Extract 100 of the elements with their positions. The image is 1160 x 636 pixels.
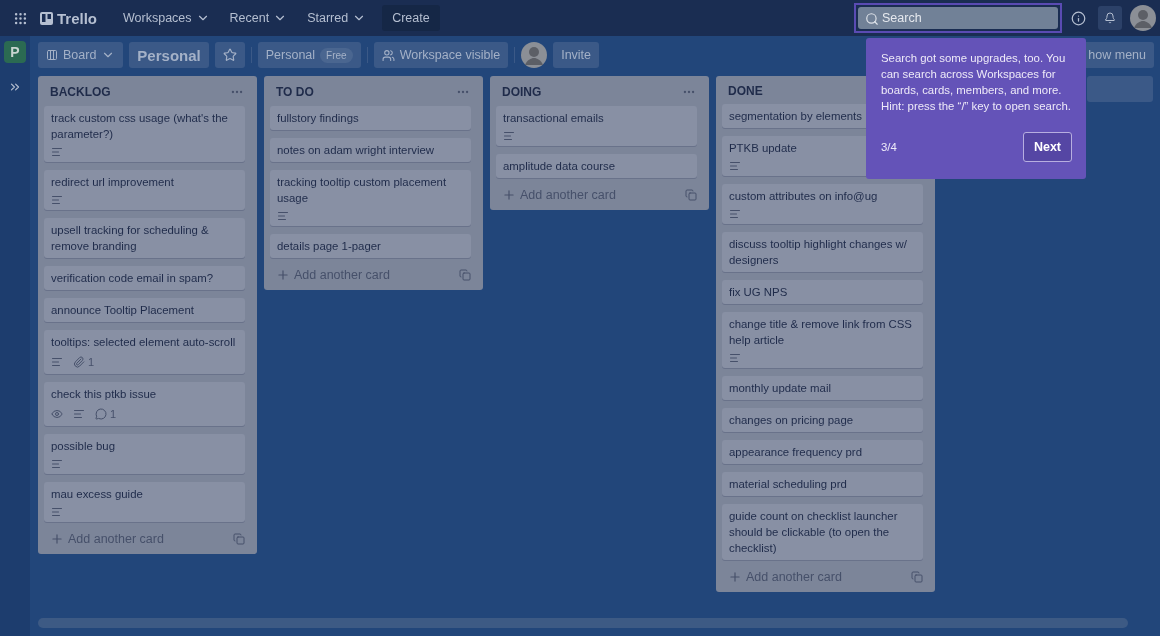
next-button[interactable]: Next bbox=[1022, 132, 1072, 162]
visibility-button[interactable]: Workspace visible bbox=[373, 42, 509, 68]
card[interactable]: custom attributes on info@ug bbox=[722, 184, 923, 224]
card[interactable]: change title & remove link from CSS help article bbox=[722, 312, 923, 368]
card[interactable]: transactional emails bbox=[496, 106, 697, 146]
card-title: redirect url improvement bbox=[51, 175, 174, 190]
card-title: appearance frequency prd bbox=[729, 445, 862, 460]
template-icon[interactable] bbox=[685, 189, 697, 201]
card[interactable]: discuss tooltip highlight changes w/ designers bbox=[722, 232, 923, 272]
plus-icon bbox=[728, 570, 742, 584]
paperclip-icon bbox=[73, 356, 85, 368]
card[interactable]: amplitude data course bbox=[496, 154, 697, 178]
card-title: tooltips: selected element auto-scroll bbox=[51, 335, 236, 350]
create-button[interactable]: Create bbox=[382, 5, 440, 31]
template-icon[interactable] bbox=[459, 269, 471, 281]
board-icon bbox=[46, 49, 58, 61]
card[interactable]: material scheduling prd bbox=[722, 472, 923, 496]
badge-count: 1 bbox=[88, 355, 95, 370]
description-icon bbox=[73, 408, 85, 420]
people-icon bbox=[381, 48, 395, 62]
card[interactable]: mau excess guide bbox=[44, 482, 245, 522]
notifications-button[interactable] bbox=[1098, 6, 1122, 30]
description-icon bbox=[51, 194, 63, 206]
list-title: DOING bbox=[502, 85, 542, 99]
avatar[interactable] bbox=[521, 42, 548, 68]
card[interactable]: notes on adam wright interview bbox=[270, 138, 471, 162]
list-title: TO DO bbox=[276, 85, 314, 99]
card[interactable]: redirect url improvement bbox=[44, 170, 245, 210]
card[interactable]: guide count on checklist launcher should be clickable (to open the checklist) bbox=[722, 504, 923, 560]
search-field[interactable]: Search bbox=[858, 7, 1058, 29]
card[interactable]: fix UG NPS bbox=[722, 280, 923, 304]
plan-badge: Free bbox=[320, 47, 353, 63]
workspace-button[interactable]: Personal Free bbox=[257, 42, 361, 68]
plus-icon bbox=[502, 188, 516, 202]
card-title: changes on pricing page bbox=[729, 413, 854, 428]
card[interactable]: monthly update mail bbox=[722, 376, 923, 400]
comment-icon bbox=[95, 408, 107, 420]
description-icon bbox=[503, 130, 515, 142]
card-title: transactional emails bbox=[503, 111, 604, 126]
card-title: tracking tooltip custom placement usage bbox=[277, 175, 448, 206]
card[interactable]: track custom css usage (what's the parameter?) bbox=[44, 106, 245, 162]
description-icon bbox=[729, 160, 741, 172]
card[interactable]: check this ptkb issue 1 bbox=[44, 382, 245, 426]
invite-button[interactable]: Invite bbox=[553, 42, 600, 68]
description-icon bbox=[51, 458, 63, 470]
board-title[interactable]: Personal bbox=[129, 42, 209, 68]
description-icon bbox=[51, 506, 63, 518]
star-button[interactable] bbox=[214, 42, 245, 68]
card-title: amplitude data course bbox=[503, 159, 616, 174]
card[interactable]: details page 1-pager bbox=[270, 234, 471, 258]
card-title: material scheduling prd bbox=[729, 477, 847, 492]
card-title: verification code email in spam? bbox=[51, 271, 214, 286]
list-title: DONE bbox=[728, 84, 763, 98]
star-icon bbox=[222, 48, 237, 62]
card-title: discuss tooltip highlight changes w/ designers bbox=[729, 237, 908, 268]
card[interactable]: fullstory findings bbox=[270, 106, 471, 130]
plus-icon bbox=[276, 268, 290, 282]
card[interactable]: announce Tooltip Placement bbox=[44, 298, 245, 322]
card-title: announce Tooltip Placement bbox=[51, 303, 194, 318]
description-icon bbox=[729, 208, 741, 220]
nav-menu[interactable]: Workspaces bbox=[115, 7, 218, 29]
card[interactable]: tracking tooltip custom placement usage bbox=[270, 170, 471, 226]
expand-sidebar-icon[interactable] bbox=[8, 80, 22, 94]
info-icon[interactable] bbox=[1070, 10, 1086, 26]
card[interactable]: appearance frequency prd bbox=[722, 440, 923, 464]
tour-step: 3/4 bbox=[881, 139, 897, 155]
card-title: mau excess guide bbox=[51, 487, 143, 502]
card[interactable]: changes on pricing page bbox=[722, 408, 923, 432]
view-switcher[interactable]: Board bbox=[38, 42, 124, 68]
workspace-tile[interactable]: P bbox=[4, 41, 26, 63]
card-title: possible bug bbox=[51, 439, 115, 454]
badge-count: 1 bbox=[110, 407, 117, 422]
card-title: change title & remove link from CSS help article bbox=[729, 317, 913, 348]
card-title: notes on adam wright interview bbox=[277, 143, 435, 158]
apps-icon[interactable] bbox=[12, 10, 28, 26]
avatar[interactable] bbox=[1130, 5, 1156, 31]
card-title: monthly update mail bbox=[729, 381, 831, 396]
eye-icon bbox=[51, 408, 63, 420]
logo-icon bbox=[40, 11, 53, 25]
card-title: custom attributes on info@ug bbox=[729, 189, 878, 204]
list-title: BACKLOG bbox=[50, 85, 111, 99]
description-icon bbox=[729, 352, 741, 364]
card-title: check this ptkb issue bbox=[51, 387, 157, 402]
scrollbar[interactable] bbox=[38, 618, 1128, 628]
card[interactable]: verification code email in spam? bbox=[44, 266, 245, 290]
card-title: PTKB update bbox=[729, 141, 797, 156]
template-icon[interactable] bbox=[911, 571, 923, 583]
card-title: fix UG NPS bbox=[729, 285, 788, 300]
card[interactable]: upsell tracking for scheduling & remove branding bbox=[44, 218, 245, 258]
card[interactable]: tooltips: selected element auto-scroll 1 bbox=[44, 330, 245, 374]
template-icon[interactable] bbox=[233, 533, 245, 545]
logo-text: Trello bbox=[57, 9, 97, 27]
description-icon bbox=[51, 146, 63, 158]
search-icon bbox=[865, 12, 879, 26]
nav-menu[interactable]: Recent bbox=[221, 7, 296, 29]
description-icon bbox=[51, 356, 63, 368]
bell-icon bbox=[1104, 11, 1116, 25]
card[interactable]: possible bug bbox=[44, 434, 245, 474]
card-title: guide count on checklist launcher should be clickable (to open the checklist) bbox=[729, 509, 899, 556]
nav-menu[interactable]: Starred bbox=[299, 7, 375, 29]
